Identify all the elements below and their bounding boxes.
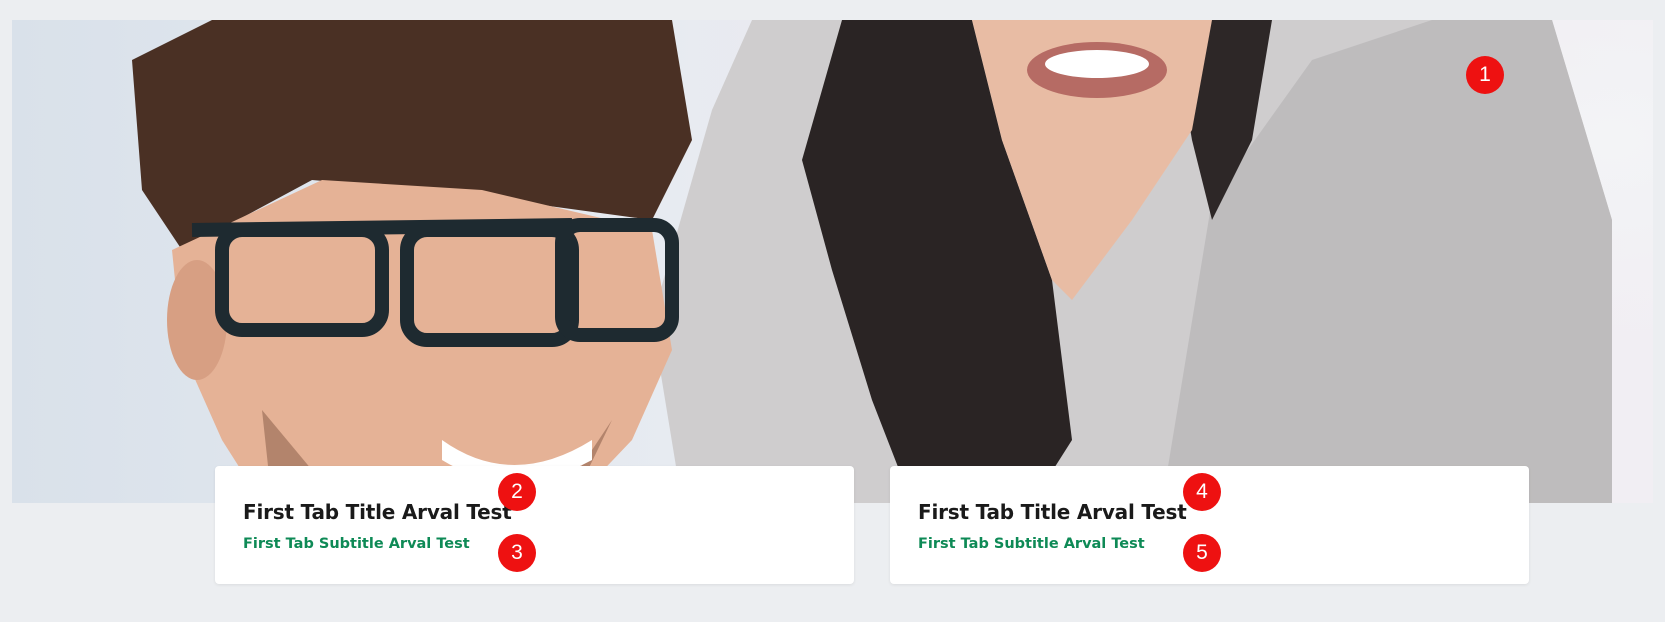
hero-banner[interactable] — [12, 20, 1653, 503]
people-smiling-photo-icon — [132, 20, 1612, 503]
marker-3: 3 — [498, 534, 536, 572]
card-subtitle: First Tab Subtitle Arval Test — [918, 536, 1145, 552]
card-title: First Tab Title Arval Test — [918, 500, 1187, 524]
marker-4: 4 — [1183, 473, 1221, 511]
marker-2: 2 — [498, 473, 536, 511]
card-subtitle: First Tab Subtitle Arval Test — [243, 536, 470, 552]
marker-1: 1 — [1466, 56, 1504, 94]
marker-5: 5 — [1183, 534, 1221, 572]
card-title: First Tab Title Arval Test — [243, 500, 512, 524]
